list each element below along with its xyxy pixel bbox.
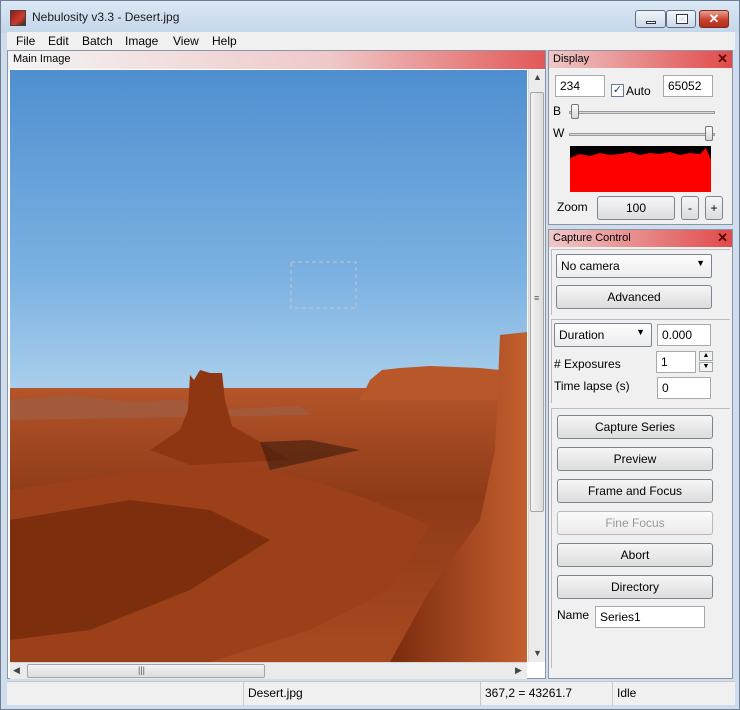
display-panel: Display ✕ 234 ✓ Auto 65052 B W Zoom 100 … [548, 50, 733, 225]
scroll-up-icon[interactable]: ▲ [533, 72, 542, 82]
scroll-right-icon[interactable]: ▶ [515, 665, 522, 676]
app-window: Nebulosity v3.3 - Desert.jpg ✕ File Edit… [0, 0, 740, 710]
time-lapse-label: Time lapse (s) [554, 379, 630, 393]
directory-button[interactable]: Directory [557, 575, 713, 599]
fine-focus-button[interactable]: Fine Focus [557, 511, 713, 535]
menu-view[interactable]: View [173, 34, 199, 48]
vertical-scrollbar[interactable]: ▲ ≡ ▼ [528, 70, 545, 662]
b-slider[interactable] [569, 111, 715, 114]
minimize-icon [646, 21, 656, 24]
display-title: Display [553, 53, 590, 65]
menu-batch[interactable]: Batch [82, 34, 113, 48]
vertical-scroll-thumb[interactable]: ≡ [530, 92, 544, 512]
zoom-value-button[interactable]: 100 [597, 196, 675, 220]
frame-and-focus-button[interactable]: Frame and Focus [557, 479, 713, 503]
duration-select-value: Duration [559, 328, 605, 342]
w-slider[interactable] [569, 133, 715, 136]
scroll-down-icon[interactable]: ▼ [533, 648, 542, 658]
grip-icon: ≡ [534, 293, 540, 303]
nebulosity-app-icon[interactable] [10, 10, 26, 26]
capture-header: Capture Control ✕ [549, 230, 732, 247]
series-name-input[interactable]: Series1 [595, 606, 705, 628]
spin-up-icon[interactable]: ▲ [699, 351, 713, 361]
menu-help[interactable]: Help [212, 34, 237, 48]
menu-image[interactable]: Image [125, 34, 158, 48]
preview-button[interactable]: Preview [557, 447, 713, 471]
close-icon: ✕ [708, 11, 720, 26]
capture-control-panel: Capture Control ✕ No camera ▼ Advanced D… [548, 229, 733, 679]
desert-photo-svg [10, 70, 527, 662]
capture-series-button[interactable]: Capture Series [557, 415, 713, 439]
status-pixel-readout: 367,2 = 43261.7 [481, 682, 613, 706]
advanced-button[interactable]: Advanced [556, 285, 712, 309]
window-title: Nebulosity v3.3 - Desert.jpg [32, 10, 180, 24]
status-message [7, 682, 244, 706]
zoom-out-button[interactable]: - [681, 196, 699, 220]
horizontal-scroll-thumb[interactable]: ||| [27, 664, 265, 678]
black-point-input[interactable]: 234 [555, 75, 605, 97]
maximize-button[interactable] [666, 10, 696, 28]
capture-title: Capture Control [553, 232, 631, 244]
title-bar[interactable]: Nebulosity v3.3 - Desert.jpg ✕ [1, 1, 739, 33]
close-icon[interactable]: ✕ [717, 230, 728, 246]
horizontal-scrollbar[interactable]: ◀ ||| ▶ [10, 662, 527, 679]
grip-icon: ||| [138, 665, 146, 675]
minimize-button[interactable] [635, 10, 666, 28]
status-state: Idle [617, 686, 637, 700]
exposures-input[interactable]: 1 [656, 351, 696, 373]
exposures-spinner[interactable]: ▲ ▼ [699, 351, 713, 373]
exposures-label: # Exposures [554, 357, 621, 371]
duration-select[interactable]: Duration ▼ [554, 323, 652, 347]
camera-select-value: No camera [561, 259, 620, 273]
time-lapse-input[interactable]: 0 [657, 377, 711, 399]
close-icon[interactable]: ✕ [717, 51, 728, 67]
auto-checkbox[interactable]: ✓ [611, 84, 624, 97]
zoom-in-button[interactable]: + [705, 196, 723, 220]
main-image-title: Main Image [13, 53, 71, 65]
w-label: W [553, 126, 565, 140]
status-bar: Desert.jpg 367,2 = 43261.7 Idle [7, 681, 735, 706]
maximize-icon [676, 14, 688, 24]
w-slider-thumb[interactable] [705, 126, 713, 141]
histogram-plot [570, 148, 711, 192]
b-slider-thumb[interactable] [571, 104, 579, 119]
chevron-down-icon: ▼ [696, 258, 705, 268]
zoom-label: Zoom [557, 200, 588, 214]
menu-edit[interactable]: Edit [48, 34, 69, 48]
spin-down-icon[interactable]: ▼ [699, 362, 713, 372]
display-header: Display ✕ [549, 51, 732, 68]
menu-bar: File Edit Batch Image View Help [7, 32, 735, 50]
abort-button[interactable]: Abort [557, 543, 713, 567]
scroll-left-icon[interactable]: ◀ [13, 665, 20, 676]
desert-photo[interactable] [10, 70, 527, 662]
histogram [570, 146, 711, 192]
chevron-down-icon: ▼ [636, 327, 645, 337]
white-point-input[interactable]: 65052 [663, 75, 713, 97]
camera-select[interactable]: No camera ▼ [556, 254, 712, 278]
main-image-pane: Main Image ▲ ≡ ▼ ◀ ||| ▶ [7, 50, 546, 679]
close-window-button[interactable]: ✕ [699, 10, 729, 28]
status-filename: Desert.jpg [244, 682, 481, 706]
main-image-header: Main Image [8, 51, 545, 69]
name-label: Name [557, 608, 590, 622]
menu-file[interactable]: File [16, 34, 35, 48]
duration-input[interactable]: 0.000 [657, 324, 711, 346]
auto-label: Auto [626, 84, 651, 98]
b-label: B [553, 104, 562, 118]
